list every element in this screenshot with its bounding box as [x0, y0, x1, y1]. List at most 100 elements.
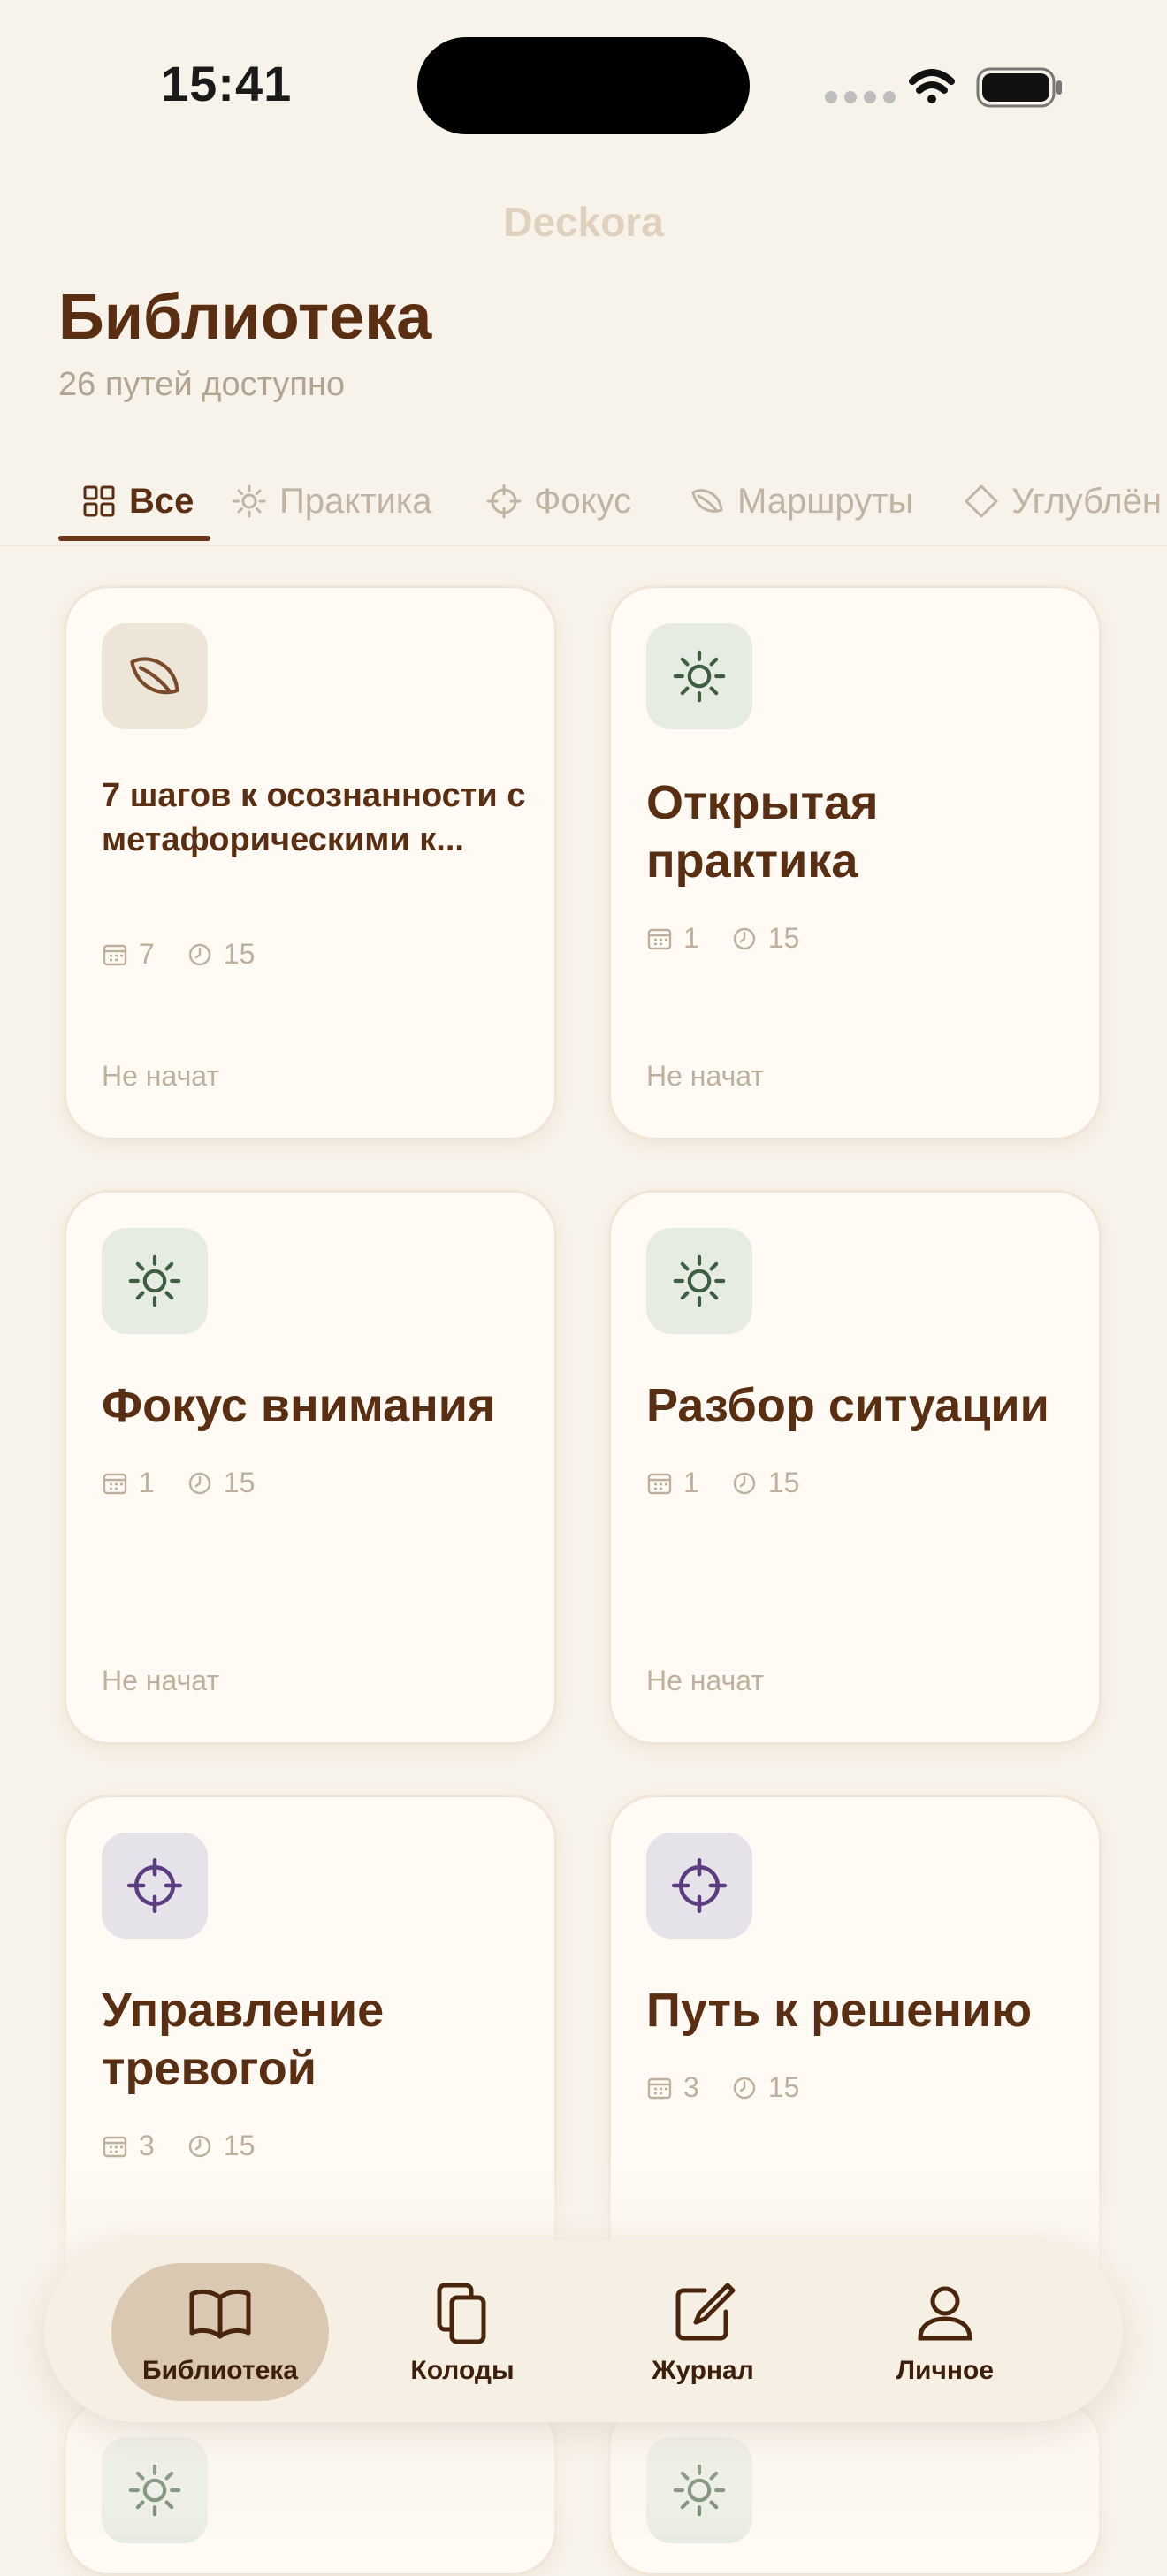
calendar-icon [103, 944, 127, 965]
app-name: Deckora [503, 199, 664, 245]
card-status: Не начат [102, 1665, 219, 1696]
card-title: Управление тревогой [102, 1984, 385, 2095]
card-icon-box [646, 1833, 752, 1939]
card-status: Не начат [102, 1060, 219, 1092]
card-title: 7 шагов к осознанности с метафорическими… [102, 777, 526, 858]
path-card[interactable]: Фокус внимания 1 15 Не начат [64, 1190, 557, 1745]
card-icon-box [102, 2437, 208, 2543]
bottom-tab-bar: Библиотека Колоды Журнал Личное [44, 2240, 1123, 2422]
tab-label: Все [129, 481, 194, 521]
card-minutes: 15 [767, 922, 800, 954]
tabbar-item-library[interactable]: Библиотека [111, 2263, 329, 2401]
sun-icon [673, 2464, 726, 2517]
leaf-icon [691, 489, 723, 513]
battery-icon [976, 67, 1062, 108]
tab-label: Практика [279, 481, 432, 521]
card-days: 1 [683, 922, 699, 954]
clock-icon [188, 943, 210, 965]
path-card[interactable]: Открытая практика 1 15 Не начат [608, 585, 1102, 1140]
path-card[interactable] [608, 2399, 1102, 2576]
card-minutes: 15 [767, 1467, 800, 1498]
cards-icon [437, 2283, 486, 2344]
category-tabs: Все Практика Фокус Маршруты Углублён [0, 460, 1167, 546]
tab-all[interactable]: Все [81, 460, 194, 543]
tab-practice[interactable]: Практика [232, 460, 431, 543]
tab-routes[interactable]: Маршруты [690, 460, 913, 543]
sun-icon [673, 1254, 726, 1307]
card-icon-box [102, 1833, 208, 1939]
card-days: 1 [683, 1467, 699, 1498]
card-status: Не начат [646, 1665, 764, 1696]
card-days: 1 [139, 1467, 155, 1498]
card-icon-box [646, 623, 752, 729]
path-card[interactable] [64, 2399, 557, 2576]
tab-label: Фокус [534, 481, 632, 521]
grid-icon [83, 485, 115, 517]
page-title: Библиотека [58, 282, 432, 353]
clock-icon [733, 1472, 755, 1494]
active-tab-indicator [58, 536, 210, 541]
status-bar: 15:41 [0, 0, 1167, 177]
sun-icon [673, 650, 726, 703]
tabbar-label: Личное [896, 2356, 995, 2385]
tabbar-item-personal[interactable]: Личное [836, 2263, 1054, 2401]
card-meta: 1 15 [646, 1467, 799, 1499]
tabbar-label: Журнал [652, 2356, 754, 2385]
calendar-icon [103, 1473, 127, 1494]
clock-icon [733, 2077, 755, 2099]
card-minutes: 15 [223, 1467, 256, 1498]
dynamic-island [417, 37, 750, 134]
card-title: Разбор ситуации [646, 1379, 1049, 1432]
card-days: 7 [139, 938, 155, 970]
card-minutes: 15 [223, 938, 256, 970]
calendar-icon [103, 2136, 127, 2157]
sun-icon [128, 2464, 181, 2517]
card-icon-box [102, 1228, 208, 1334]
clock-icon [733, 927, 755, 949]
wifi-icon [909, 69, 955, 103]
sun-icon [233, 484, 266, 518]
page-subtitle: 26 путей доступно [58, 366, 346, 403]
card-minutes: 15 [767, 2071, 800, 2103]
crosshair-icon [671, 1857, 728, 1914]
path-card[interactable]: 7 шагов к осознанности с метафорическими… [64, 585, 557, 1140]
status-icons [825, 67, 1062, 108]
calendar-icon [647, 2077, 672, 2099]
edit-icon [675, 2283, 736, 2341]
tabbar-label: Колоды [410, 2356, 515, 2385]
card-icon-box [646, 1228, 752, 1334]
status-time: 15:41 [161, 56, 293, 111]
crosshair-icon [486, 484, 522, 519]
card-meta: 3 15 [646, 2071, 799, 2104]
clock-icon [188, 2135, 210, 2157]
card-days: 3 [683, 2071, 699, 2103]
card-title: Путь к решению [646, 1984, 1033, 2037]
card-meta: 1 15 [102, 1467, 255, 1499]
tabbar-item-decks[interactable]: Колоды [354, 2263, 571, 2401]
card-days: 3 [139, 2130, 155, 2161]
card-meta: 1 15 [646, 922, 799, 955]
card-icon-box [102, 623, 208, 729]
card-title: Открытая практика [646, 776, 879, 888]
sun-icon [128, 1254, 181, 1307]
tabbar-label: Библиотека [142, 2356, 298, 2385]
person-icon [918, 2286, 972, 2341]
card-meta: 7 15 [102, 938, 255, 971]
path-card[interactable]: Разбор ситуации 1 15 Не начат [608, 1190, 1102, 1745]
calendar-icon [647, 928, 672, 949]
book-icon [189, 2289, 251, 2339]
card-icon-box [646, 2437, 752, 2543]
clock-icon [188, 1472, 210, 1494]
crosshair-icon [126, 1857, 183, 1914]
tab-focus[interactable]: Фокус [486, 460, 631, 543]
card-status: Не начат [646, 1060, 764, 1092]
diamond-icon [965, 484, 998, 518]
card-title: Фокус внимания [102, 1379, 496, 1432]
tabbar-item-journal[interactable]: Журнал [594, 2263, 812, 2401]
calendar-icon [647, 1473, 672, 1494]
tab-deep[interactable]: Углублён [964, 460, 1162, 543]
tab-label: Углублён [1011, 481, 1162, 521]
leaf-icon [130, 657, 179, 695]
card-meta: 3 15 [102, 2130, 255, 2162]
signal-dots-icon [825, 91, 896, 103]
